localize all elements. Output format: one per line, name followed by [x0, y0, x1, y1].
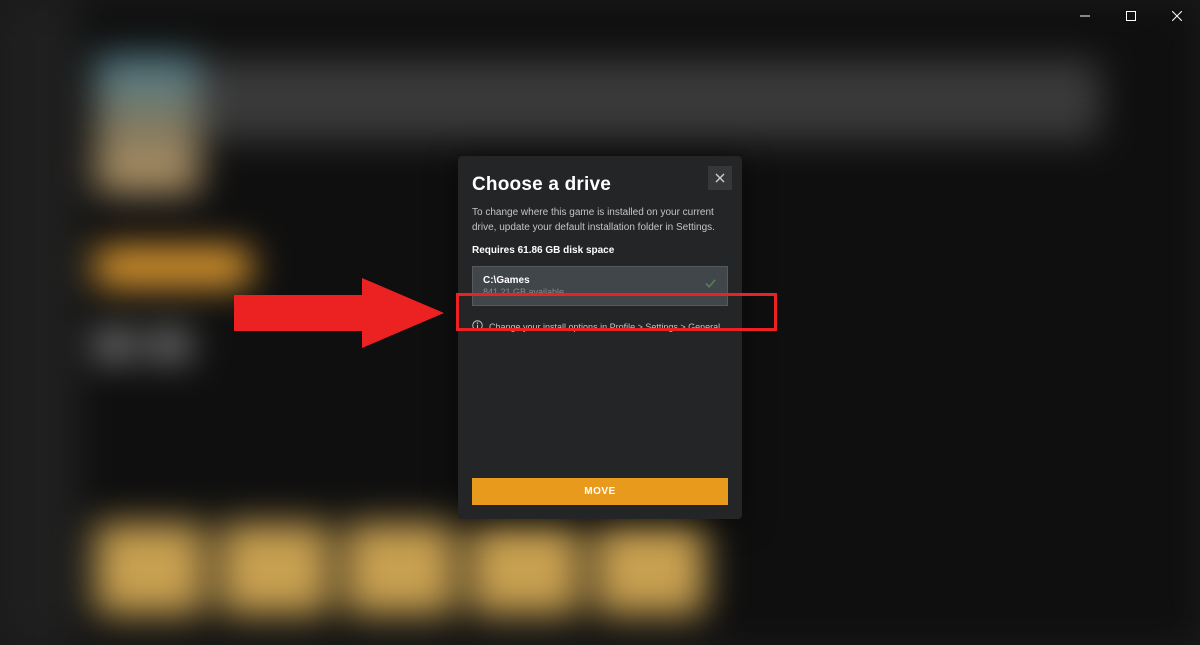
modal-description: To change where this game is installed o…: [472, 206, 728, 235]
drive-option[interactable]: C:\Games 841.21 GB available: [472, 266, 728, 306]
modal-title: Choose a drive: [472, 174, 728, 196]
drive-path: C:\Games: [483, 275, 564, 286]
settings-hint-text: Change your install options in Profile >…: [489, 322, 723, 332]
window-controls: [1062, 0, 1200, 32]
disk-space-required: Requires 61.86 GB disk space: [472, 245, 728, 256]
drive-available-space: 841.21 GB available: [483, 287, 564, 297]
close-window-button[interactable]: [1154, 0, 1200, 32]
choose-drive-modal: Choose a drive To change where this game…: [458, 156, 742, 519]
modal-close-button[interactable]: [708, 166, 732, 190]
settings-hint-row: Change your install options in Profile >…: [472, 316, 728, 338]
move-button[interactable]: MOVE: [472, 478, 728, 505]
info-icon: [472, 318, 483, 336]
check-icon: [704, 277, 717, 295]
minimize-button[interactable]: [1062, 0, 1108, 32]
maximize-button[interactable]: [1108, 0, 1154, 32]
